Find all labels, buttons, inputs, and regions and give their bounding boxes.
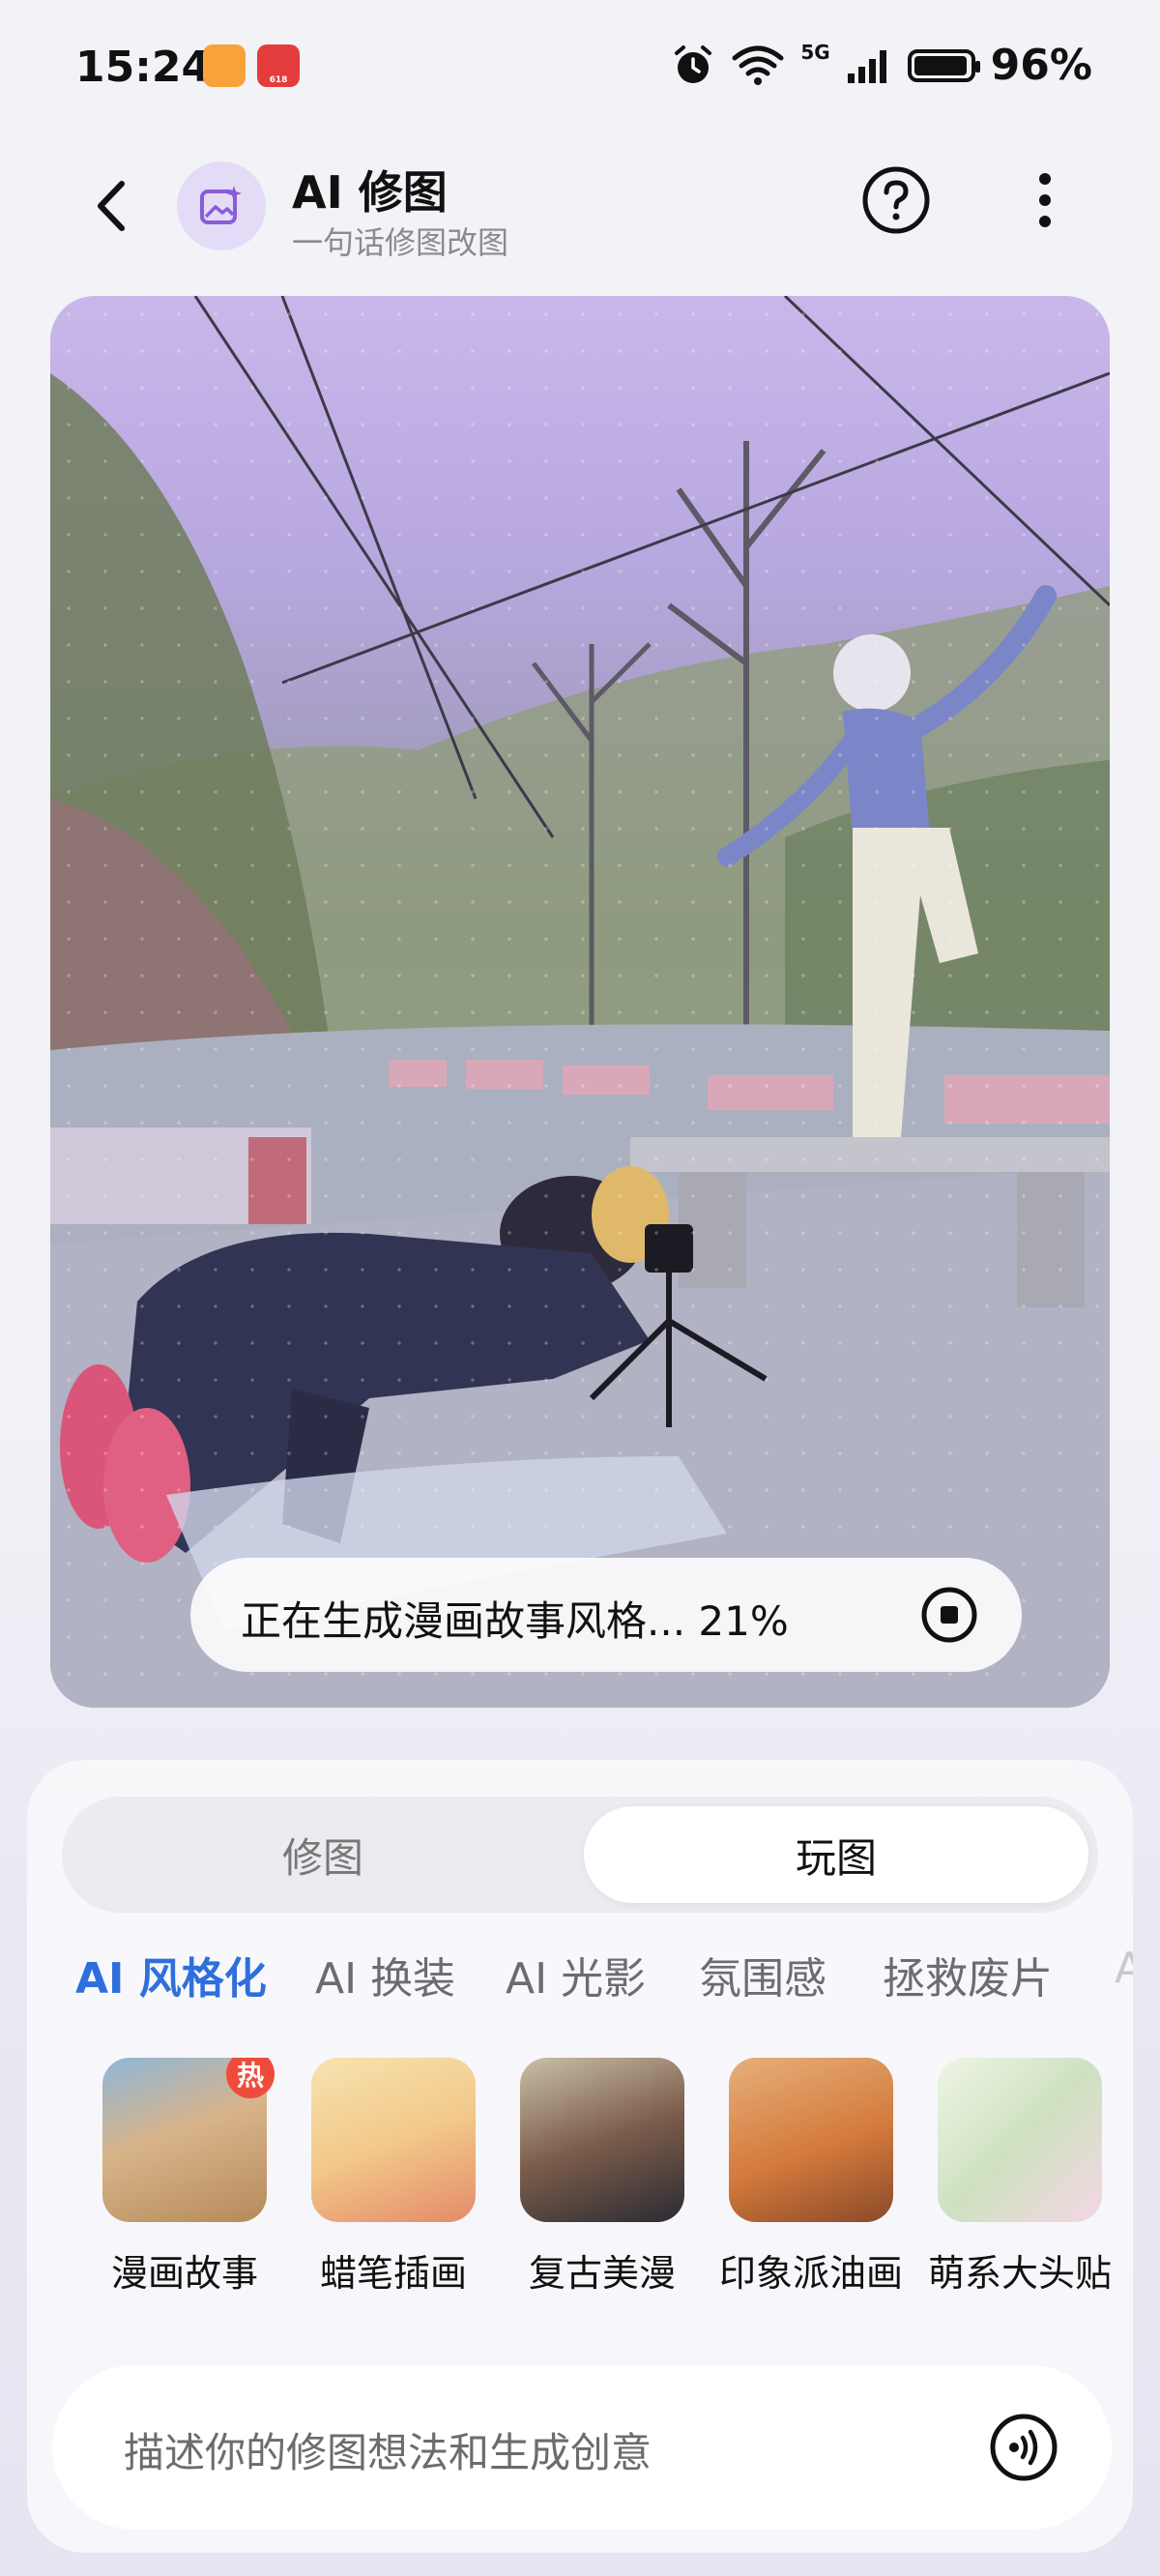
prompt-input[interactable]: 描述你的修图想法和生成创意 [52,2365,1112,2530]
tab-edit[interactable]: 修图 [72,1806,574,1903]
voice-input-button[interactable] [988,2412,1059,2483]
shopping-app-icon [257,44,300,87]
style-thumbnail [729,2058,893,2222]
alarm-icon [675,44,712,83]
category-rescue-photos[interactable]: 拯救废片 [883,1944,1053,2005]
ai-photo-edit-app-icon [177,161,266,250]
photo-preview: 正在生成漫画故事风格... 21% [50,296,1110,1708]
style-list: 热 漫画故事 蜡笔插画 复古美漫 印象派油画 萌系大头贴 [75,2058,1133,2309]
cellular-signal-icon [847,49,886,83]
hot-badge: 热 [226,2058,275,2098]
app-header: AI 修图 一句话修图改图 [0,145,1160,271]
category-ai-outfit[interactable]: AI 换装 [315,1944,455,2005]
network-type-label: 5G [800,40,830,64]
battery-icon [907,48,980,82]
style-thumbnail [311,2058,476,2222]
page-subtitle: 一句话修图改图 [292,224,509,261]
category-atmosphere[interactable]: 氛围感 [699,1944,826,2005]
progress-text: 正在生成漫画故事风格... 21% [241,1597,789,1645]
mode-segmented-control: 修图 玩图 [62,1797,1098,1913]
stop-generation-button[interactable] [919,1585,979,1645]
image-sparkle-icon [200,186,242,224]
notification-app-icon [203,44,246,87]
style-impressionist-oil[interactable]: 印象派油画 [719,2058,911,2295]
style-retro-american-comic[interactable]: 复古美漫 [520,2058,702,2295]
help-button[interactable] [860,164,932,236]
category-ai-lighting[interactable]: AI 光影 [506,1944,646,2005]
category-ai-stylize[interactable]: AI 风格化 [75,1944,267,2005]
generation-progress: 正在生成漫画故事风格... 21% [190,1558,1022,1672]
style-label: 蜡笔插画 [319,2252,467,2295]
tab-play[interactable]: 玩图 [584,1806,1088,1903]
page-title: AI 修图 [292,166,448,219]
battery-percent: 96% [990,41,1092,90]
style-cute-sticker[interactable]: 萌系大头贴 [928,2058,1119,2295]
status-time: 15:24 [75,43,212,92]
style-label: 漫画故事 [110,2252,258,2295]
style-label: 印象派油画 [719,2252,904,2295]
style-label: 萌系大头贴 [928,2252,1113,2295]
style-thumbnail [938,2058,1102,2222]
style-comic-story[interactable]: 热 漫画故事 [102,2058,284,2295]
wifi-icon [732,45,784,85]
back-button[interactable] [79,172,147,240]
category-tabs: AI 风格化 AI 换装 AI 光影 氛围感 拯救废片 A [75,1944,1133,2021]
generation-overlay [50,296,1110,1708]
style-thumbnail [520,2058,684,2222]
style-thumbnail: 热 [102,2058,275,2222]
category-more[interactable]: A [1115,1944,1133,1993]
prompt-placeholder: 描述你的修图想法和生成创意 [124,2429,652,2476]
status-indicators: 5G 96% [671,41,1092,90]
style-label: 复古美漫 [528,2252,676,2295]
more-options-button[interactable] [1015,164,1075,236]
status-bar: 15:24 5G 96% [0,0,1160,145]
style-crayon-illustration[interactable]: 蜡笔插画 [311,2058,493,2295]
tool-panel: 修图 玩图 AI 风格化 AI 换装 AI 光影 氛围感 拯救废片 A 热 漫画… [27,1760,1133,2553]
